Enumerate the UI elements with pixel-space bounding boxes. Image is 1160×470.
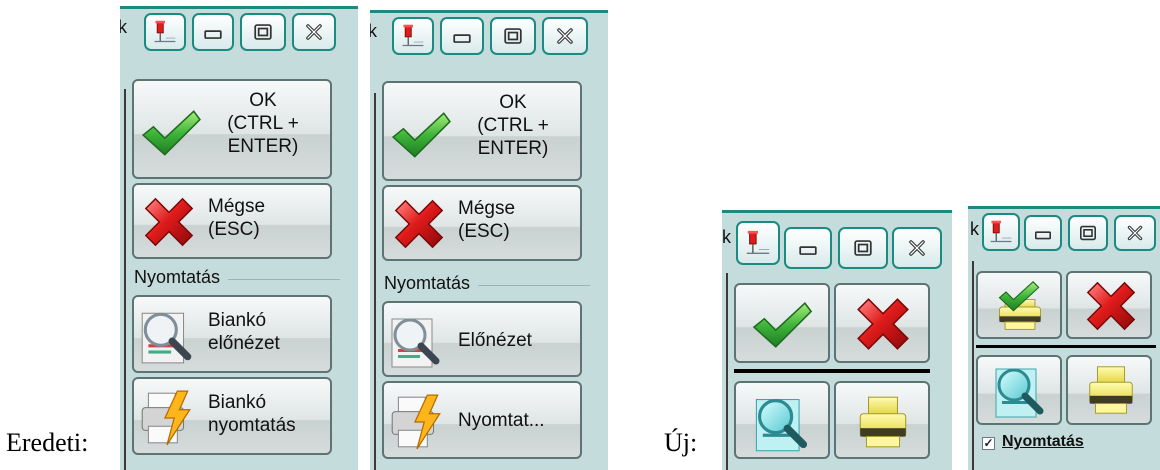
ok-button-label: OK (CTRL + ENTER): [477, 92, 549, 159]
pin-icon: [988, 219, 1014, 245]
pin-button[interactable]: [982, 213, 1020, 251]
titlebar-cut-text: k: [722, 227, 731, 247]
restore-icon: [850, 235, 876, 261]
panel-edge: [972, 261, 974, 470]
caption-new: Új:: [664, 428, 698, 457]
pin-icon: [400, 23, 426, 49]
caption-original: Eredeti:: [6, 428, 89, 457]
new-panel-1: k: [722, 210, 952, 470]
preview-button[interactable]: [976, 355, 1062, 425]
pin-icon: [744, 229, 772, 257]
pin-button[interactable]: [736, 221, 780, 265]
ok-button[interactable]: [734, 283, 830, 363]
titlebar-cut-text: k: [970, 219, 979, 239]
original-panel-1: k OK (CTRL + ENTER) Mégse (ESC) Nyomtatá…: [120, 6, 358, 470]
print-button[interactable]: [834, 381, 930, 459]
preview-button[interactable]: [734, 381, 830, 459]
preview-label: Előnézet: [458, 330, 532, 351]
minimize-icon: [1031, 221, 1055, 245]
print-check-icon: [992, 279, 1048, 335]
minimize-button[interactable]: [440, 17, 484, 55]
print-section-label: Nyomtatás: [384, 273, 471, 293]
print-group-line: [478, 285, 590, 286]
cancel-button[interactable]: [834, 283, 930, 363]
close-icon: [904, 235, 930, 261]
restore-button[interactable]: [1068, 215, 1108, 251]
cancel-button-label: Mégse (ESC): [208, 196, 266, 240]
print-button[interactable]: [1066, 355, 1152, 425]
restore-button[interactable]: [490, 17, 536, 55]
preview-magnifier-icon: [136, 305, 198, 367]
minimize-button[interactable]: [784, 227, 832, 269]
restore-icon: [1076, 221, 1100, 245]
print-checkbox-label[interactable]: Nyomtatás: [1002, 433, 1084, 451]
panel-edge: [124, 89, 126, 470]
pin-button[interactable]: [144, 13, 186, 51]
print-button[interactable]: Nyomtat...: [382, 381, 582, 459]
separator-line: [976, 345, 1156, 348]
pin-icon: [152, 19, 178, 45]
print-lightning-icon: [386, 391, 448, 453]
pin-button[interactable]: [392, 17, 434, 55]
ok-button[interactable]: OK (CTRL + ENTER): [382, 81, 582, 181]
cancel-button-label: Mégse (ESC): [458, 198, 516, 242]
original-panel-2: k OK (CTRL + ENTER) Mégse (ESC) Nyomtatá…: [370, 10, 608, 470]
titlebar-cut-text: k: [120, 17, 127, 38]
check-icon: [140, 107, 202, 159]
minimize-icon: [449, 23, 475, 49]
preview-magnifier-icon: [386, 311, 446, 371]
cross-icon: [390, 195, 448, 253]
blank-print-button[interactable]: Biankó nyomtatás: [132, 377, 332, 455]
panel-edge: [374, 93, 376, 470]
close-button[interactable]: [1114, 215, 1156, 251]
blank-preview-label: Biankó előnézet: [208, 310, 280, 354]
ok-print-button[interactable]: [976, 271, 1062, 339]
close-icon: [552, 23, 578, 49]
close-button[interactable]: [292, 13, 336, 51]
cancel-button[interactable]: [1066, 271, 1152, 339]
close-icon: [1123, 221, 1147, 245]
minimize-button[interactable]: [192, 13, 234, 51]
preview-button[interactable]: Előnézet: [382, 301, 582, 377]
titlebar-cut-text: k: [370, 21, 377, 42]
minimize-icon: [200, 19, 226, 45]
panel-edge: [726, 273, 728, 470]
separator-line: [734, 369, 930, 373]
ok-button-label: OK (CTRL + ENTER): [227, 90, 299, 157]
close-icon: [301, 19, 327, 45]
blank-preview-button[interactable]: Biankó előnézet: [132, 295, 332, 373]
cross-icon: [852, 293, 914, 355]
minimize-icon: [795, 235, 821, 261]
close-button[interactable]: [542, 17, 588, 55]
printer-icon: [852, 391, 914, 453]
close-button[interactable]: [892, 227, 942, 269]
preview-magnifier-icon: [990, 361, 1050, 421]
blank-print-label: Biankó nyomtatás: [208, 392, 296, 436]
check-icon: [750, 299, 814, 351]
restore-button[interactable]: [838, 227, 888, 269]
restore-button[interactable]: [240, 13, 286, 51]
cancel-button[interactable]: Mégse (ESC): [132, 183, 332, 259]
new-panel-2: k ✓ Nyomtatás: [968, 206, 1160, 470]
print-section-label: Nyomtatás: [134, 267, 221, 287]
cross-icon: [1082, 277, 1140, 335]
restore-icon: [500, 23, 526, 49]
check-icon: [390, 109, 452, 161]
minimize-button[interactable]: [1024, 215, 1062, 251]
printer-icon: [1082, 361, 1140, 419]
cross-icon: [140, 193, 198, 251]
print-label: Nyomtat...: [458, 410, 545, 431]
cancel-button[interactable]: Mégse (ESC): [382, 185, 582, 261]
print-checkbox[interactable]: ✓: [982, 437, 995, 450]
print-group-line: [228, 279, 340, 280]
print-lightning-icon: [136, 387, 198, 449]
preview-magnifier-icon: [750, 391, 814, 455]
ok-button[interactable]: OK (CTRL + ENTER): [132, 79, 332, 179]
restore-icon: [250, 19, 276, 45]
